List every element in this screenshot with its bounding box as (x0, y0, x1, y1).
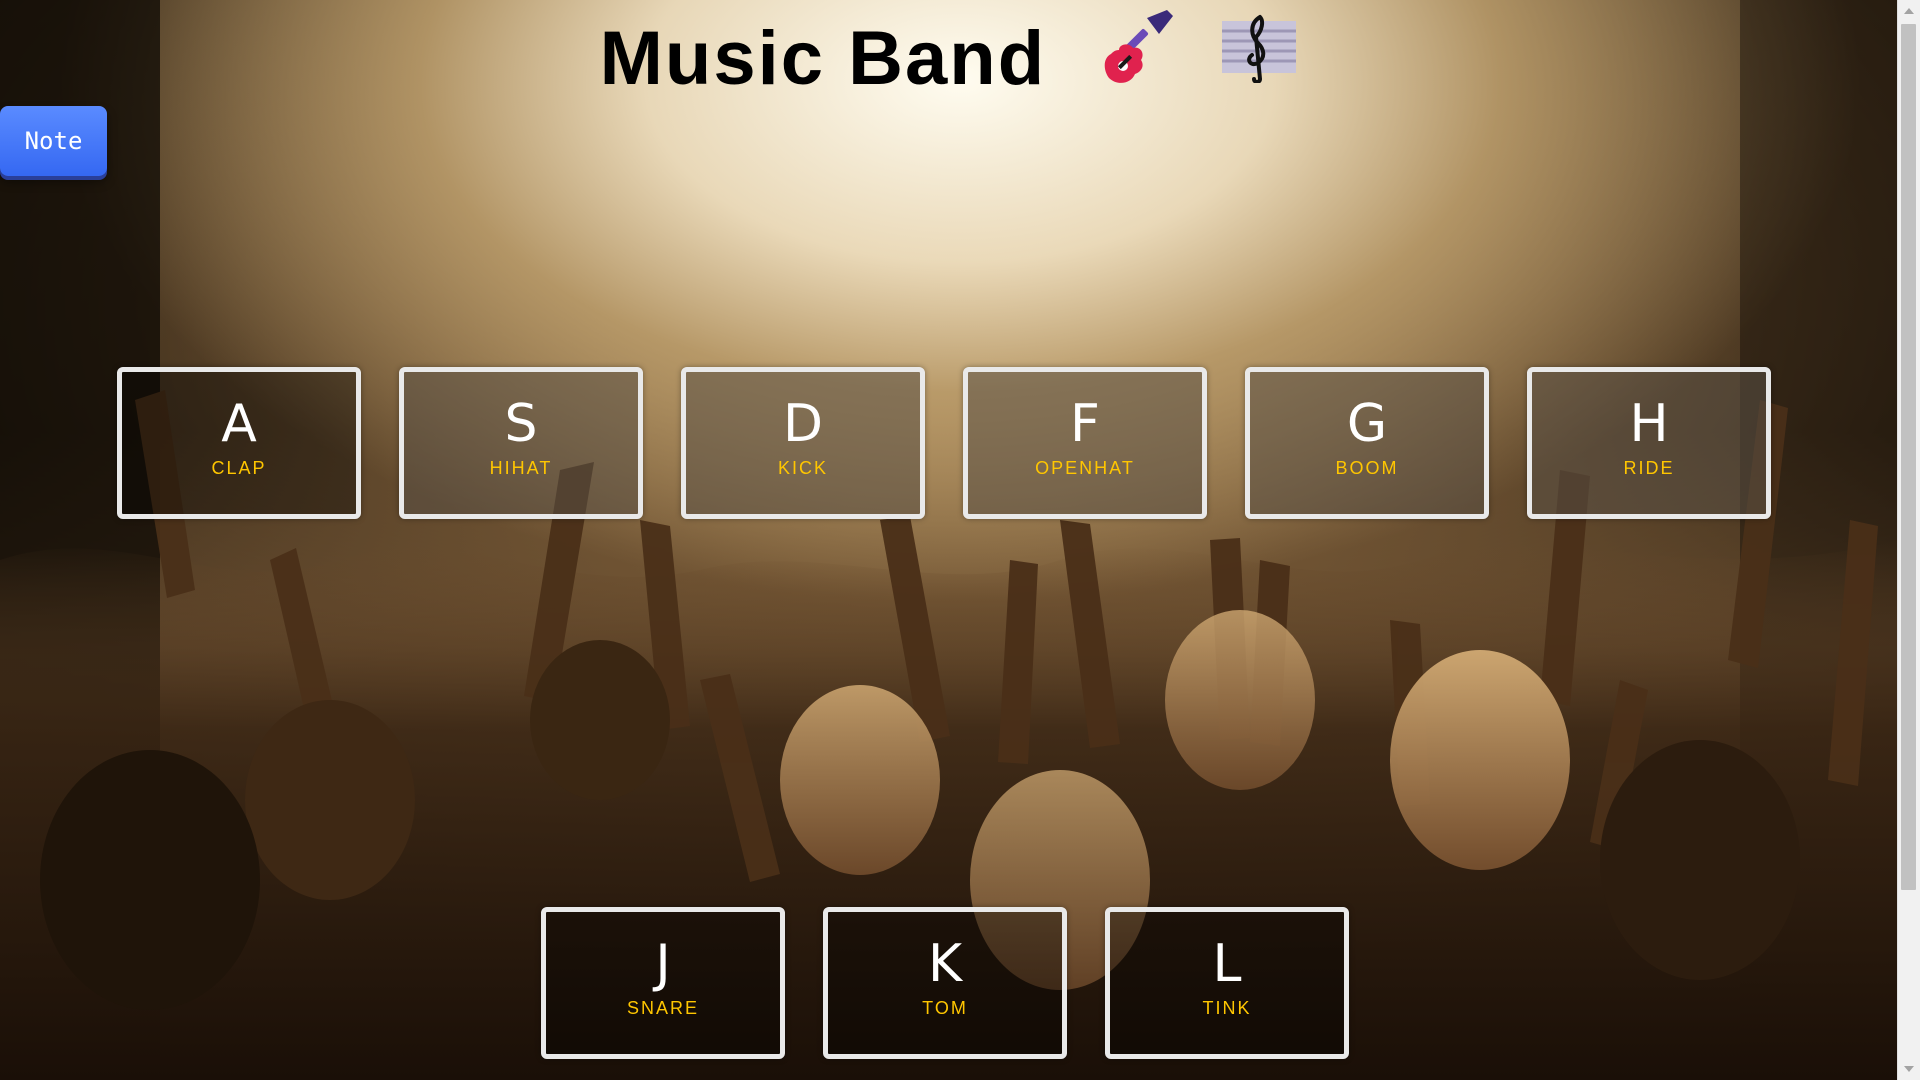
note-button[interactable]: Note (0, 106, 107, 176)
scroll-up-arrow-icon[interactable] (1904, 8, 1914, 14)
key-letter: K (927, 934, 963, 994)
key-hihat[interactable]: S HIHAT (399, 367, 643, 519)
vertical-scrollbar[interactable] (1897, 0, 1920, 1080)
guitar-icon (1097, 8, 1177, 108)
key-letter: F (1070, 394, 1100, 454)
key-sound-label: RIDE (1623, 458, 1675, 478)
key-sound-label: SNARE (626, 998, 699, 1018)
key-letter: H (1629, 394, 1669, 454)
key-sound-label: BOOM (1335, 458, 1399, 478)
page-title-row: Music Band (0, 10, 1898, 114)
scroll-down-arrow-icon[interactable] (1904, 1066, 1914, 1072)
key-letter: D (782, 394, 824, 454)
key-sound-label: TINK (1202, 998, 1252, 1018)
scrollbar-thumb[interactable] (1901, 24, 1916, 890)
key-letter: L (1212, 934, 1242, 994)
key-sound-label: HIHAT (489, 458, 553, 478)
page: Music Band Note A CLAP S HIHAT D KICK F … (0, 0, 1920, 1080)
key-openhat[interactable]: F OPENHAT (963, 367, 1207, 519)
key-sound-label: CLAP (211, 458, 267, 478)
key-letter: J (655, 934, 671, 994)
key-letter: S (504, 394, 538, 454)
page-title: Music Band (599, 16, 1047, 102)
key-kick[interactable]: D KICK (681, 367, 925, 519)
key-sound-label: OPENHAT (1035, 458, 1135, 478)
key-letter: A (221, 394, 257, 454)
key-snare[interactable]: J SNARE (541, 907, 785, 1059)
key-ride[interactable]: H RIDE (1527, 367, 1771, 519)
key-sound-label: TOM (922, 998, 968, 1018)
key-letter: G (1346, 394, 1388, 454)
key-tink[interactable]: L TINK (1105, 907, 1349, 1059)
key-clap[interactable]: A CLAP (117, 367, 361, 519)
key-sound-label: KICK (777, 458, 828, 478)
key-boom[interactable]: G BOOM (1245, 367, 1489, 519)
key-tom[interactable]: K TOM (823, 907, 1067, 1059)
musical-score-icon (1220, 13, 1298, 103)
